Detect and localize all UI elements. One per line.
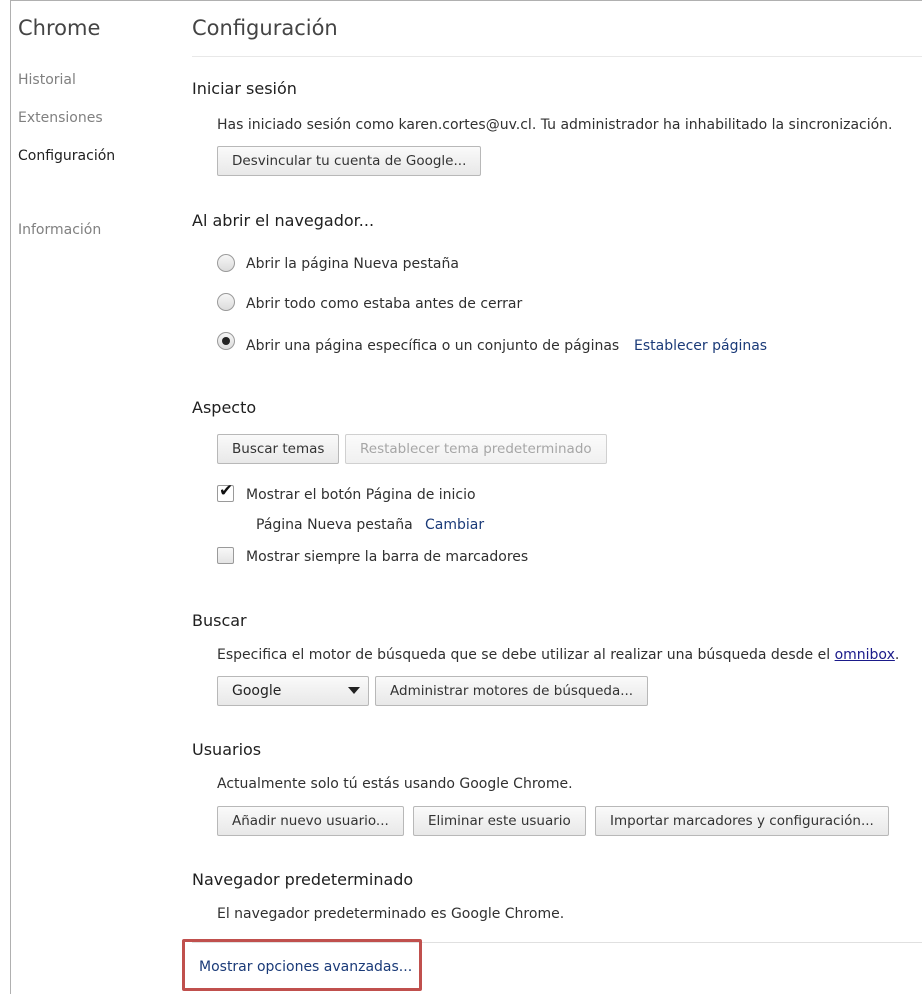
- signin-section-title: Iniciar sesión: [192, 79, 297, 98]
- checkmark-icon: ✔: [219, 481, 234, 501]
- startup-specific-pages-label: Abrir una página específica o un conjunt…: [246, 338, 620, 354]
- startup-continue-label: Abrir todo como estaba antes de cerrar: [246, 296, 523, 312]
- get-themes-button[interactable]: Buscar temas: [217, 434, 340, 464]
- startup-new-tab-radio[interactable]: [217, 254, 235, 272]
- default-browser-description: El navegador predeterminado es Google Ch…: [217, 906, 565, 922]
- search-section-title: Buscar: [192, 611, 247, 630]
- page-title: Configuración: [192, 16, 338, 40]
- manage-search-engines-button[interactable]: Administrar motores de búsqueda...: [375, 676, 649, 706]
- show-home-button-label: Mostrar el botón Página de inicio: [246, 487, 476, 503]
- sidebar-item-history[interactable]: Historial: [18, 72, 76, 88]
- default-browser-section-title: Navegador predeterminado: [192, 870, 414, 889]
- disconnect-account-button[interactable]: Desvincular tu cuenta de Google...: [217, 146, 482, 176]
- startup-section-title: Al abrir el navegador...: [192, 211, 375, 230]
- startup-continue-radio[interactable]: [217, 293, 235, 311]
- startup-new-tab-label: Abrir la página Nueva pestaña: [246, 256, 459, 272]
- reset-theme-button[interactable]: Restablecer tema predeterminado: [345, 434, 607, 464]
- sidebar-item-about[interactable]: Información: [18, 222, 101, 238]
- omnibox-link[interactable]: omnibox: [835, 647, 895, 663]
- show-bookmarks-bar-label: Mostrar siempre la barra de marcadores: [246, 549, 529, 565]
- chevron-down-icon: [348, 687, 360, 694]
- home-page-value: Página Nueva pestaña: [256, 517, 413, 533]
- show-bookmarks-bar-checkbox[interactable]: [217, 547, 234, 564]
- sidebar-item-settings[interactable]: Configuración: [18, 148, 115, 164]
- add-user-button[interactable]: Añadir nuevo usuario...: [217, 806, 404, 836]
- delete-user-button[interactable]: Eliminar este usuario: [413, 806, 586, 836]
- search-engine-select[interactable]: Google: [217, 676, 369, 706]
- highlight-box: [182, 939, 422, 991]
- app-title: Chrome: [18, 16, 101, 40]
- users-description: Actualmente solo tú estás usando Google …: [217, 776, 573, 792]
- sidebar-item-extensions[interactable]: Extensiones: [18, 110, 103, 126]
- search-engine-value: Google: [232, 683, 282, 699]
- users-section-title: Usuarios: [192, 740, 262, 759]
- set-pages-link[interactable]: Establecer páginas: [634, 338, 767, 354]
- signin-description: Has iniciado sesión como karen.cortes@uv…: [217, 117, 893, 133]
- show-home-button-checkbox[interactable]: ✔: [217, 481, 234, 502]
- appearance-section-title: Aspecto: [192, 398, 257, 417]
- search-description: Especifica el motor de búsqueda que se d…: [217, 647, 900, 663]
- startup-specific-pages-radio[interactable]: [217, 332, 235, 350]
- change-home-page-link[interactable]: Cambiar: [425, 517, 484, 533]
- title-divider: [192, 56, 922, 57]
- import-bookmarks-button[interactable]: Importar marcadores y configuración...: [595, 806, 889, 836]
